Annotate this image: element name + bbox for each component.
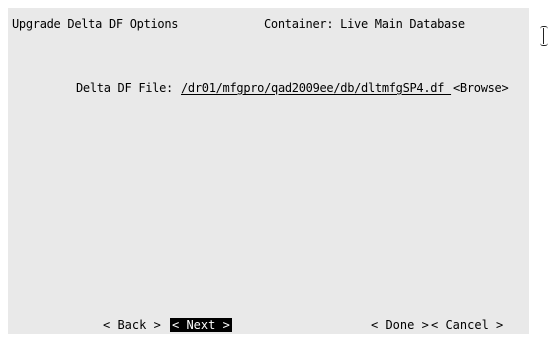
browse-button[interactable]: <Browse> (453, 81, 509, 95)
delta-df-file-label: Delta DF File: (76, 81, 173, 95)
text-cursor-icon (540, 26, 548, 46)
window-title: Upgrade Delta DF Options (12, 17, 179, 31)
cancel-button[interactable]: < Cancel > (431, 318, 503, 332)
done-button[interactable]: < Done > (371, 318, 429, 332)
container-label: Container: Live Main Database (264, 17, 465, 31)
next-button[interactable]: < Next > (170, 318, 232, 332)
delta-df-file-input[interactable]: /dr01/mfgpro/qad2009ee/db/dltmfgSP4.df (181, 81, 451, 95)
terminal-screen: Upgrade Delta DF Options Container: Live… (8, 8, 529, 334)
back-button[interactable]: < Back > (103, 318, 161, 332)
